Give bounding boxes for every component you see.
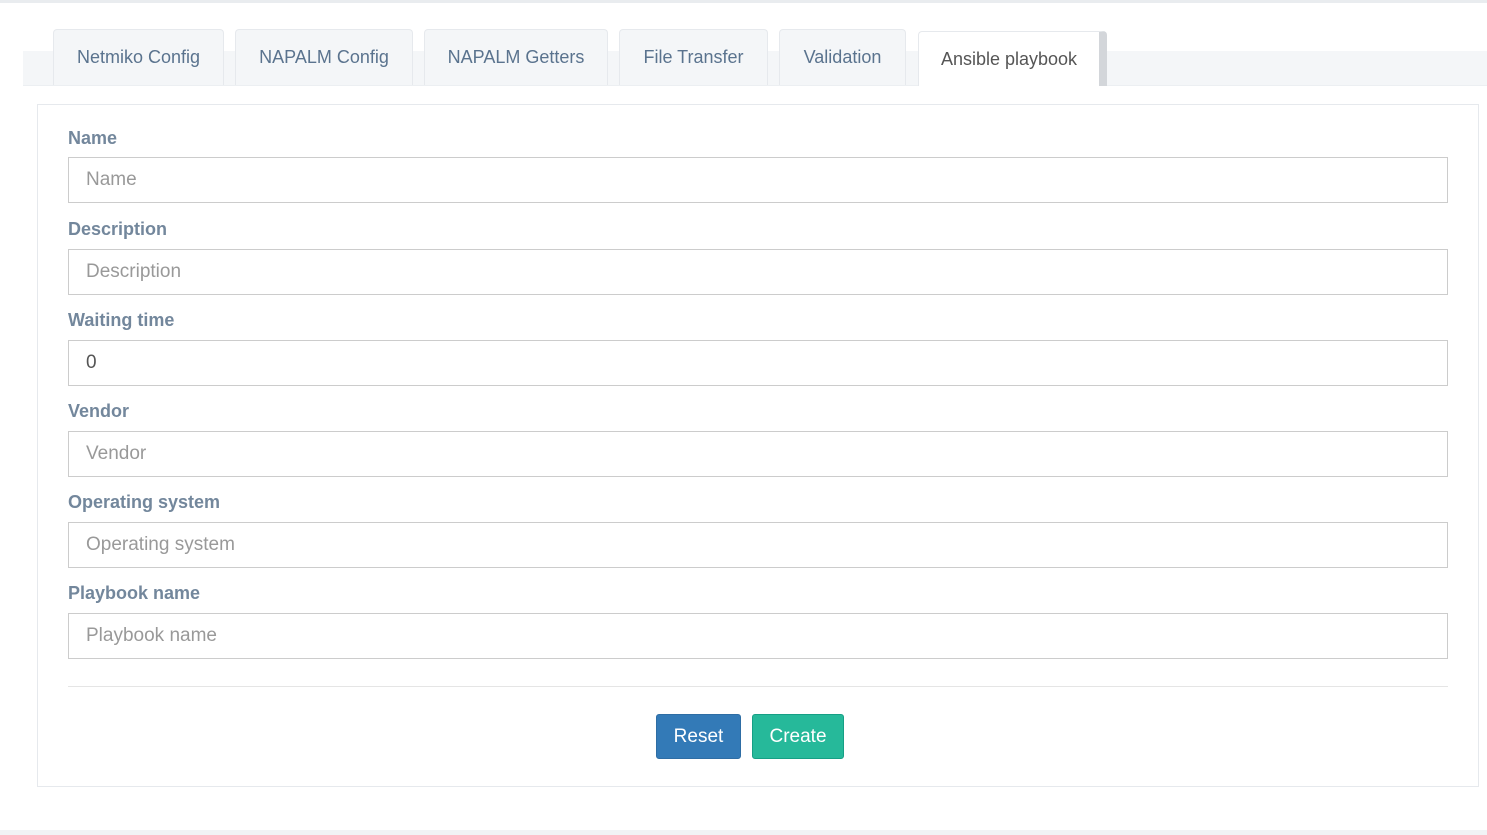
description-input[interactable] (68, 249, 1448, 295)
vendor-input[interactable] (68, 431, 1448, 477)
tab-label: Ansible playbook (940, 48, 1078, 69)
tab-netmiko-config[interactable]: Netmiko Config (53, 29, 224, 85)
name-input[interactable] (68, 157, 1448, 203)
operating-system-label: Operating system (68, 492, 221, 512)
tab-label: File Transfer (643, 47, 744, 67)
reset-button[interactable]: Reset (656, 714, 741, 759)
tab-validation[interactable]: Validation (779, 29, 906, 85)
tab-napalm-getters[interactable]: NAPALM Getters (424, 29, 608, 85)
form-divider (68, 686, 1448, 687)
playbook-name-input[interactable] (68, 613, 1448, 659)
top-border (0, 0, 1487, 3)
waiting-time-input[interactable] (68, 340, 1448, 386)
playbook-name-label: Playbook name (68, 583, 201, 603)
bottom-border (0, 830, 1487, 835)
tab-ansible-playbook[interactable]: Ansible playbook (918, 31, 1107, 86)
tab-label: NAPALM Config (259, 47, 389, 67)
vendor-label: Vendor (68, 401, 130, 421)
create-button[interactable]: Create (752, 714, 844, 759)
description-label: Description (68, 219, 168, 239)
tab-label: Netmiko Config (76, 47, 201, 67)
waiting-time-label: Waiting time (68, 310, 175, 330)
tab-label: Validation (803, 47, 882, 67)
tab-file-transfer[interactable]: File Transfer (619, 29, 768, 85)
name-label: Name (68, 128, 118, 148)
operating-system-input[interactable] (68, 522, 1448, 568)
tab-napalm-config[interactable]: NAPALM Config (235, 29, 413, 85)
tab-label: NAPALM Getters (447, 47, 585, 67)
